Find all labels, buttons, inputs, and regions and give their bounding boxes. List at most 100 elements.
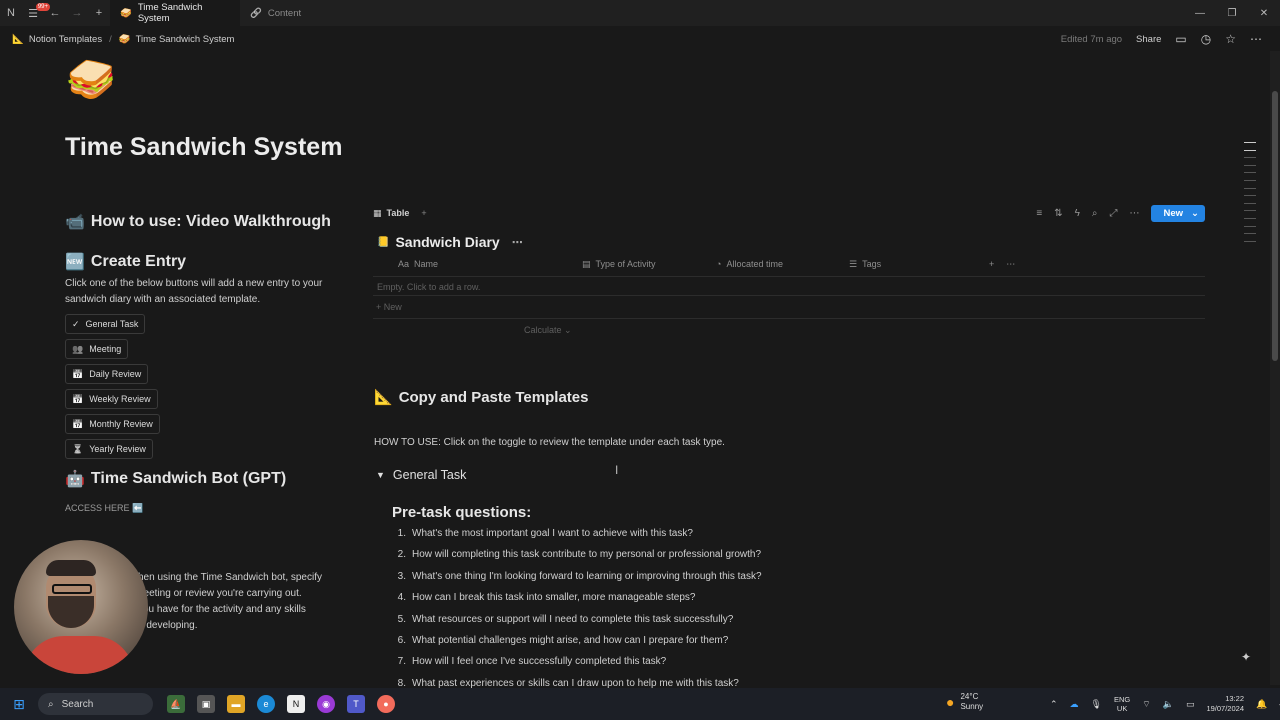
search-icon[interactable]: ⌕ [1092, 208, 1098, 219]
history-icon[interactable]: ◷ [1201, 32, 1211, 46]
empty-row[interactable]: Empty. Click to add a row. [373, 276, 1205, 296]
new-button[interactable]: New ⌄ [1151, 204, 1205, 222]
list-item[interactable]: 6. What potential challenges might arise,… [396, 635, 762, 656]
more-icon[interactable]: ⋯ [1129, 208, 1139, 219]
column-allocated-time[interactable]: ◔ Allocated time [716, 259, 849, 269]
list-item[interactable]: 3. What's one thing I'm looking forward t… [396, 571, 762, 592]
button-label: Yearly Review [89, 444, 146, 454]
calculate-button[interactable]: Calculate ⌄ [524, 325, 572, 336]
filter-icon[interactable]: ≡ [1036, 208, 1042, 219]
chevron-down-icon[interactable]: ⌄ [1191, 208, 1199, 219]
breadcrumb-time-sandwich[interactable]: 🥪 Time Sandwich System [119, 34, 235, 45]
tab-content[interactable]: 🔗 Content [240, 0, 360, 26]
list-item[interactable]: 4. How can I break this task into smaller… [396, 592, 762, 613]
column-label: Name [414, 259, 439, 269]
toggle-triangle-icon[interactable]: ▼ [376, 470, 385, 480]
notion-logo-icon[interactable]: N [0, 2, 22, 24]
chevron-up-icon[interactable]: ⌃ [1050, 699, 1058, 710]
clock-icon: ◔ [716, 259, 722, 269]
general-task-toggle[interactable]: ▼ General Task [376, 468, 466, 482]
triangle-ruler-icon: 📐 [12, 33, 24, 45]
breadcrumb-notion-templates[interactable]: 📐 Notion Templates [12, 34, 102, 45]
new-tab-icon[interactable]: + [88, 2, 110, 24]
page-outline[interactable] [1244, 142, 1256, 242]
list-number: 2. [397, 549, 406, 561]
new-row-button[interactable]: + New [376, 302, 402, 312]
edge-browser-icon[interactable]: e [257, 695, 275, 713]
daily-review-button[interactable]: 📅 Daily Review [65, 364, 149, 384]
star-icon[interactable]: ☆ [1225, 32, 1236, 46]
clock[interactable]: 13:22 19/07/2024 [1206, 694, 1244, 714]
list-number: 8. [397, 677, 406, 688]
more-icon[interactable]: ⋯ [1250, 32, 1262, 46]
sandwich-icon: 🥪 [118, 33, 131, 45]
monthly-review-button[interactable]: 📅 Monthly Review [65, 414, 160, 434]
share-button[interactable]: Share [1136, 34, 1161, 45]
weekly-review-button[interactable]: 📅 Weekly Review [65, 389, 158, 409]
add-property-icon[interactable]: + [989, 259, 994, 269]
volume-icon[interactable]: 🔈 [1163, 699, 1174, 710]
pre-task-question-list: 1. What's the most important goal I want … [396, 528, 762, 688]
file-explorer-icon[interactable]: ▬ [227, 695, 245, 713]
question-text: What past experiences or skills can I dr… [412, 677, 739, 688]
wifi-icon[interactable]: ⌔ [1142, 699, 1150, 710]
teams-icon[interactable]: T [347, 695, 365, 713]
widget-icon[interactable]: ⛵ [167, 695, 185, 713]
forward-arrow-icon[interactable]: → [66, 2, 88, 24]
search-icon: ⌕ [48, 698, 54, 710]
comment-icon[interactable]: ▭ [1175, 32, 1186, 46]
taskbar-search[interactable]: ⌕ Search [38, 693, 153, 715]
maximize-icon[interactable]: ❐ [1216, 8, 1248, 19]
tab-time-sandwich[interactable]: 🥪 Time Sandwich System [110, 0, 240, 26]
access-here-link[interactable]: ACCESS HERE ⬅️ [65, 503, 355, 514]
app-icon[interactable]: ◉ [317, 695, 335, 713]
language-indicator[interactable]: ENG UK [1114, 695, 1130, 713]
text-line: hen using the Time Sandwich bot, specify [138, 572, 322, 583]
scrollbar[interactable] [1270, 51, 1280, 685]
menu-icon[interactable]: ☰ 99+ [22, 2, 50, 24]
onedrive-icon[interactable]: ☁ [1070, 699, 1079, 710]
page-title[interactable]: Time Sandwich System [65, 133, 342, 162]
ai-assistant-icon[interactable]: ✦ [1241, 650, 1251, 664]
table-view-tab[interactable]: ▦ Table [373, 208, 409, 219]
meeting-button[interactable]: 👥 Meeting [65, 339, 129, 359]
close-icon[interactable]: ✕ [1248, 8, 1280, 19]
expand-icon[interactable]: ⤢ [1109, 208, 1117, 219]
more-icon[interactable]: ⋯ [1006, 259, 1015, 270]
add-view-icon[interactable]: + [421, 208, 426, 218]
automation-icon[interactable]: ϟ [1075, 208, 1080, 219]
list-item[interactable]: 7. How will I feel once I've successfully… [396, 656, 762, 677]
create-entry-heading: 🆕 Create Entry [65, 252, 355, 272]
minimize-icon[interactable]: — [1184, 8, 1216, 19]
general-task-button[interactable]: ✓ General Task [65, 314, 146, 334]
column-type-of-activity[interactable]: ▤ Type of Activity [582, 259, 716, 270]
more-icon[interactable]: ⋯ [512, 236, 523, 249]
page-icon[interactable]: 🥪 [66, 56, 116, 103]
outline-line [1244, 210, 1256, 212]
list-item[interactable]: 2. How will completing this task contribu… [396, 549, 762, 570]
notification-bell-icon[interactable]: 🔔 [1256, 699, 1267, 710]
task-view-icon[interactable]: ▣ [197, 695, 215, 713]
sort-icon[interactable]: ⇅ [1054, 208, 1062, 219]
back-arrow-icon[interactable]: ← [44, 2, 66, 24]
heading-text: Copy and Paste Templates [398, 388, 589, 406]
text-line: n developing. [138, 620, 198, 631]
weather-widget[interactable]: ● 24°C Sunny [946, 692, 983, 712]
list-item[interactable]: 1. What's the most important goal I want … [396, 528, 762, 549]
microphone-icon[interactable]: 🎙 [1091, 699, 1102, 710]
notion-app-icon[interactable]: N [287, 695, 305, 713]
column-tags[interactable]: ☰ Tags [849, 259, 985, 270]
windows-start-icon[interactable]: ⊞ [0, 696, 38, 713]
database-title[interactable]: 📒 Sandwich Diary ⋯ [377, 234, 523, 250]
presenter-shirt [24, 636, 134, 674]
calculate-label: Calculate [524, 325, 562, 335]
column-label: Allocated time [726, 259, 783, 269]
column-name[interactable]: Aa Name [373, 259, 582, 269]
battery-icon[interactable]: ▭ [1186, 699, 1195, 710]
recorder-icon[interactable]: ● [377, 695, 395, 713]
list-item[interactable]: 5. What resources or support will I need … [396, 614, 762, 635]
yearly-review-button[interactable]: ⏳ Yearly Review [65, 439, 153, 459]
scrollbar-thumb[interactable] [1272, 91, 1278, 361]
list-item[interactable]: 8. What past experiences or skills can I … [396, 678, 762, 688]
list-number: 7. [397, 656, 406, 668]
